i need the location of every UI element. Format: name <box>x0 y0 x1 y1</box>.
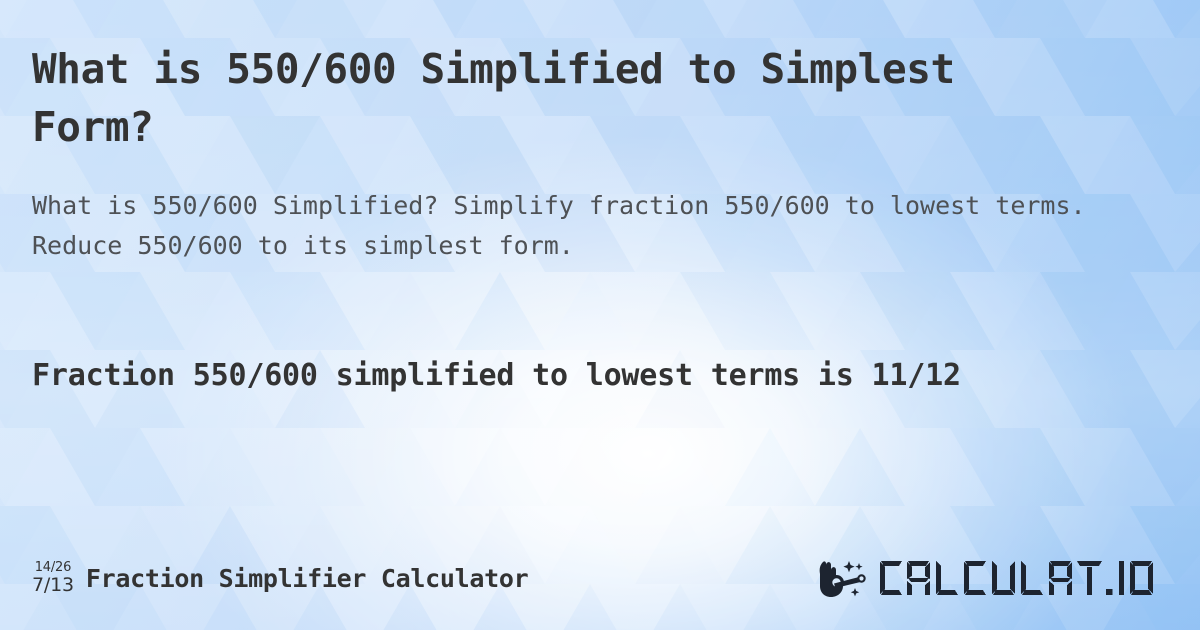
page-title: What is 550/600 Simplified to Simplest F… <box>32 45 980 152</box>
footer: 14/26 7/13 Fraction Simplifier Calculato… <box>32 554 1168 602</box>
fraction-icon-original: 14/26 <box>34 560 72 575</box>
footer-calculator-title: Fraction Simplifier Calculator <box>85 563 529 593</box>
brand-wordmark-calculat-io <box>880 561 1153 595</box>
page-description: What is 550/600 Simplified? Simplify fra… <box>32 191 1101 260</box>
og-image-canvas: What is 550/600 Simplified to Simplest F… <box>0 0 1200 630</box>
brand-logo[interactable] <box>816 556 1168 600</box>
fraction-icon-reduced: 7/13 <box>32 574 74 596</box>
simplified-result-text: Fraction 550/600 simplified to lowest te… <box>32 358 961 393</box>
footer-left-group: 14/26 7/13 Fraction Simplifier Calculato… <box>32 561 529 595</box>
content-area: What is 550/600 Simplified to Simplest F… <box>0 0 1200 630</box>
magic-wand-hand-icon <box>819 561 866 597</box>
fraction-simplify-icon: 14/26 7/13 <box>32 561 74 595</box>
